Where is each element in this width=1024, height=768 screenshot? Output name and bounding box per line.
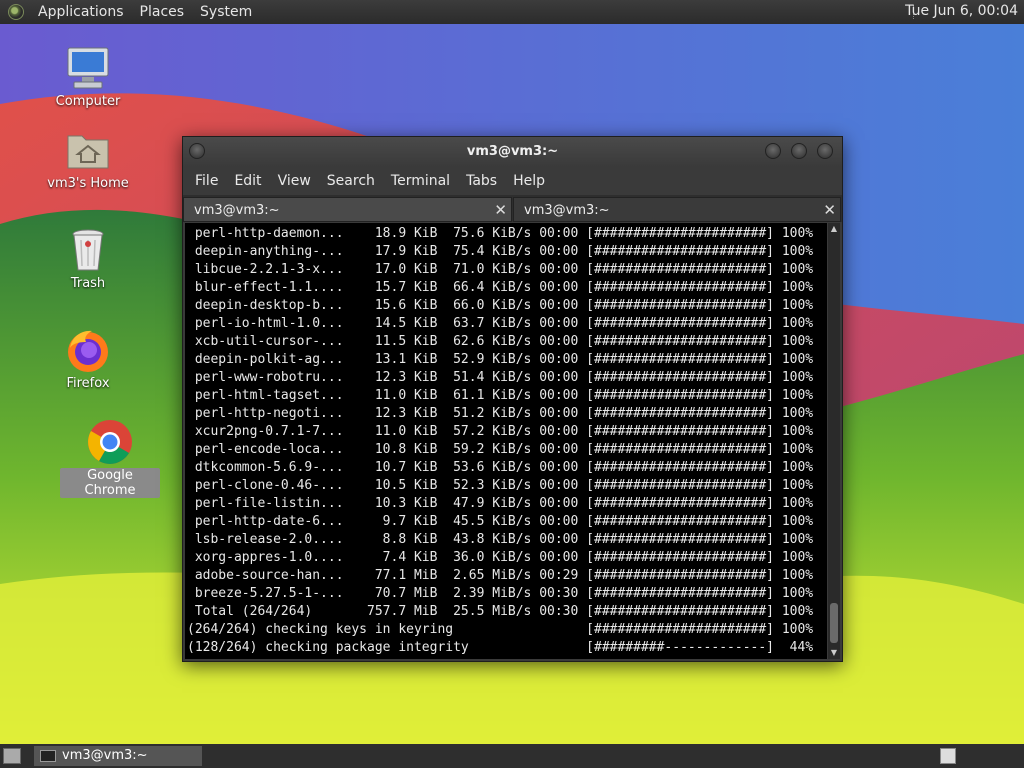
desktop-icon-label: Google Chrome [60,468,160,498]
scroll-down-icon[interactable]: ▼ [828,647,840,659]
desktop-icon-home[interactable]: vm3's Home [38,126,138,191]
terminal-line: deepin-anything-... 17.9 KiB 75.4 KiB/s … [187,244,814,259]
menu-places[interactable]: Places [132,4,193,20]
firefox-icon [64,326,112,374]
terminal-line: deepin-polkit-ag... 13.1 KiB 52.9 KiB/s … [187,352,814,367]
tab-close-icon[interactable]: ✕ [494,201,507,219]
trash-icon [64,226,112,274]
terminal-line: perl-encode-loca... 10.8 KiB 59.2 KiB/s … [187,442,814,457]
distro-logo-icon[interactable] [8,4,24,20]
menu-search[interactable]: Search [319,173,383,189]
window-titlebar[interactable]: vm3@vm3:~ [183,137,842,167]
terminal-line: perl-clone-0.46-... 10.5 KiB 52.3 KiB/s … [187,478,814,493]
desktop-icon-computer[interactable]: Computer [38,44,138,109]
terminal-line: perl-html-tagset... 11.0 KiB 61.1 KiB/s … [187,388,814,403]
desktop-icon-label: Trash [70,276,106,291]
tab-bar: vm3@vm3:~ ✕ vm3@vm3:~ ✕ [183,195,842,222]
home-folder-icon [64,126,112,174]
taskbar-item-label: vm3@vm3:~ [62,748,148,763]
terminal-line: xcur2png-0.7.1-7... 11.0 KiB 57.2 KiB/s … [187,424,814,439]
computer-icon [64,44,112,92]
chrome-icon [86,418,134,466]
menu-tabs[interactable]: Tabs [458,173,505,189]
terminal-line: xcb-util-cursor-... 11.5 KiB 62.6 KiB/s … [187,334,814,349]
menu-file[interactable]: File [187,173,226,189]
terminal-line: perl-io-html-1.0... 14.5 KiB 63.7 KiB/s … [187,316,814,331]
terminal-output[interactable]: perl-http-daemon... 18.9 KiB 75.6 KiB/s … [185,223,827,659]
terminal-line: (264/264) checking keys in keyring [####… [187,622,814,637]
terminal-line: deepin-desktop-b... 15.6 KiB 66.0 KiB/s … [187,298,814,313]
terminal-line: blur-effect-1.1.... 15.7 KiB 66.4 KiB/s … [187,280,814,295]
terminal-line: xorg-appres-1.0.... 7.4 KiB 36.0 KiB/s 0… [187,550,814,565]
minimize-icon[interactable] [765,143,781,159]
maximize-icon[interactable] [791,143,807,159]
tab-close-icon[interactable]: ✕ [823,201,836,219]
terminal-line: perl-http-daemon... 18.9 KiB 75.6 KiB/s … [187,226,814,241]
terminal-line: perl-file-listin... 10.3 KiB 47.9 KiB/s … [187,496,814,511]
terminal-menubar: File Edit View Search Terminal Tabs Help [183,167,842,195]
terminal-line: adobe-source-han... 77.1 MiB 2.65 MiB/s … [187,568,814,583]
menu-system[interactable]: System [192,4,260,20]
tab-terminal-2[interactable]: vm3@vm3:~ ✕ [513,197,841,222]
terminal-window[interactable]: vm3@vm3:~ File Edit View Search Terminal… [182,136,843,662]
desktop-icon-label: Firefox [66,376,110,391]
tab-label: vm3@vm3:~ [194,203,280,218]
desktop-icon-label: vm3's Home [47,176,129,191]
desktop-icon-firefox[interactable]: Firefox [38,326,138,391]
desktop-icon-chrome[interactable]: Google Chrome [60,418,160,498]
tab-label: vm3@vm3:~ [524,203,610,218]
desktop-icon-label: Computer [55,94,121,109]
terminal-line: dtkcommon-5.6.9-... 10.7 KiB 53.6 KiB/s … [187,460,814,475]
menu-edit[interactable]: Edit [226,173,269,189]
tab-terminal-1[interactable]: vm3@vm3:~ ✕ [183,197,512,222]
terminal-text: perl-http-daemon... 18.9 KiB 75.6 KiB/s … [185,223,827,657]
window-title: vm3@vm3:~ [466,144,559,159]
terminal-line: libcue-2.2.1-3-x... 17.0 KiB 71.0 KiB/s … [187,262,814,277]
taskbar-item-terminal[interactable]: vm3@vm3:~ [34,746,202,766]
terminal-line: perl-www-robotru... 12.3 KiB 51.4 KiB/s … [187,370,814,385]
menu-terminal[interactable]: Terminal [383,173,458,189]
show-desktop-icon[interactable] [3,748,21,764]
terminal-scrollbar[interactable]: ▲ ▼ [828,223,840,659]
terminal-line: breeze-5.27.5-1-... 70.7 MiB 2.39 MiB/s … [187,586,814,601]
terminal-icon [40,750,56,762]
scrollbar-thumb[interactable] [830,603,838,643]
menu-applications[interactable]: Applications [30,4,132,20]
clock[interactable]: Tue Jun 6, 00:04 [905,3,1018,19]
close-icon[interactable] [817,143,833,159]
terminal-line: (128/264) checking package integrity [##… [187,640,814,655]
terminal-line: perl-http-negoti... 12.3 KiB 51.2 KiB/s … [187,406,814,421]
bottom-panel: vm3@vm3:~ [0,744,1024,768]
desktop-icon-trash[interactable]: Trash [38,226,138,291]
terminal-line: lsb-release-2.0.... 8.8 KiB 43.8 KiB/s 0… [187,532,814,547]
workspace-switcher[interactable] [940,748,956,764]
top-panel: Applications Places System Tue Jun 6, 00… [0,0,1024,24]
menu-view[interactable]: View [270,173,319,189]
menu-help[interactable]: Help [505,173,553,189]
terminal-line: perl-http-date-6... 9.7 KiB 45.5 KiB/s 0… [187,514,814,529]
terminal-line: Total (264/264) 757.7 MiB 25.5 MiB/s 00:… [187,604,814,619]
scroll-up-icon[interactable]: ▲ [828,223,840,235]
